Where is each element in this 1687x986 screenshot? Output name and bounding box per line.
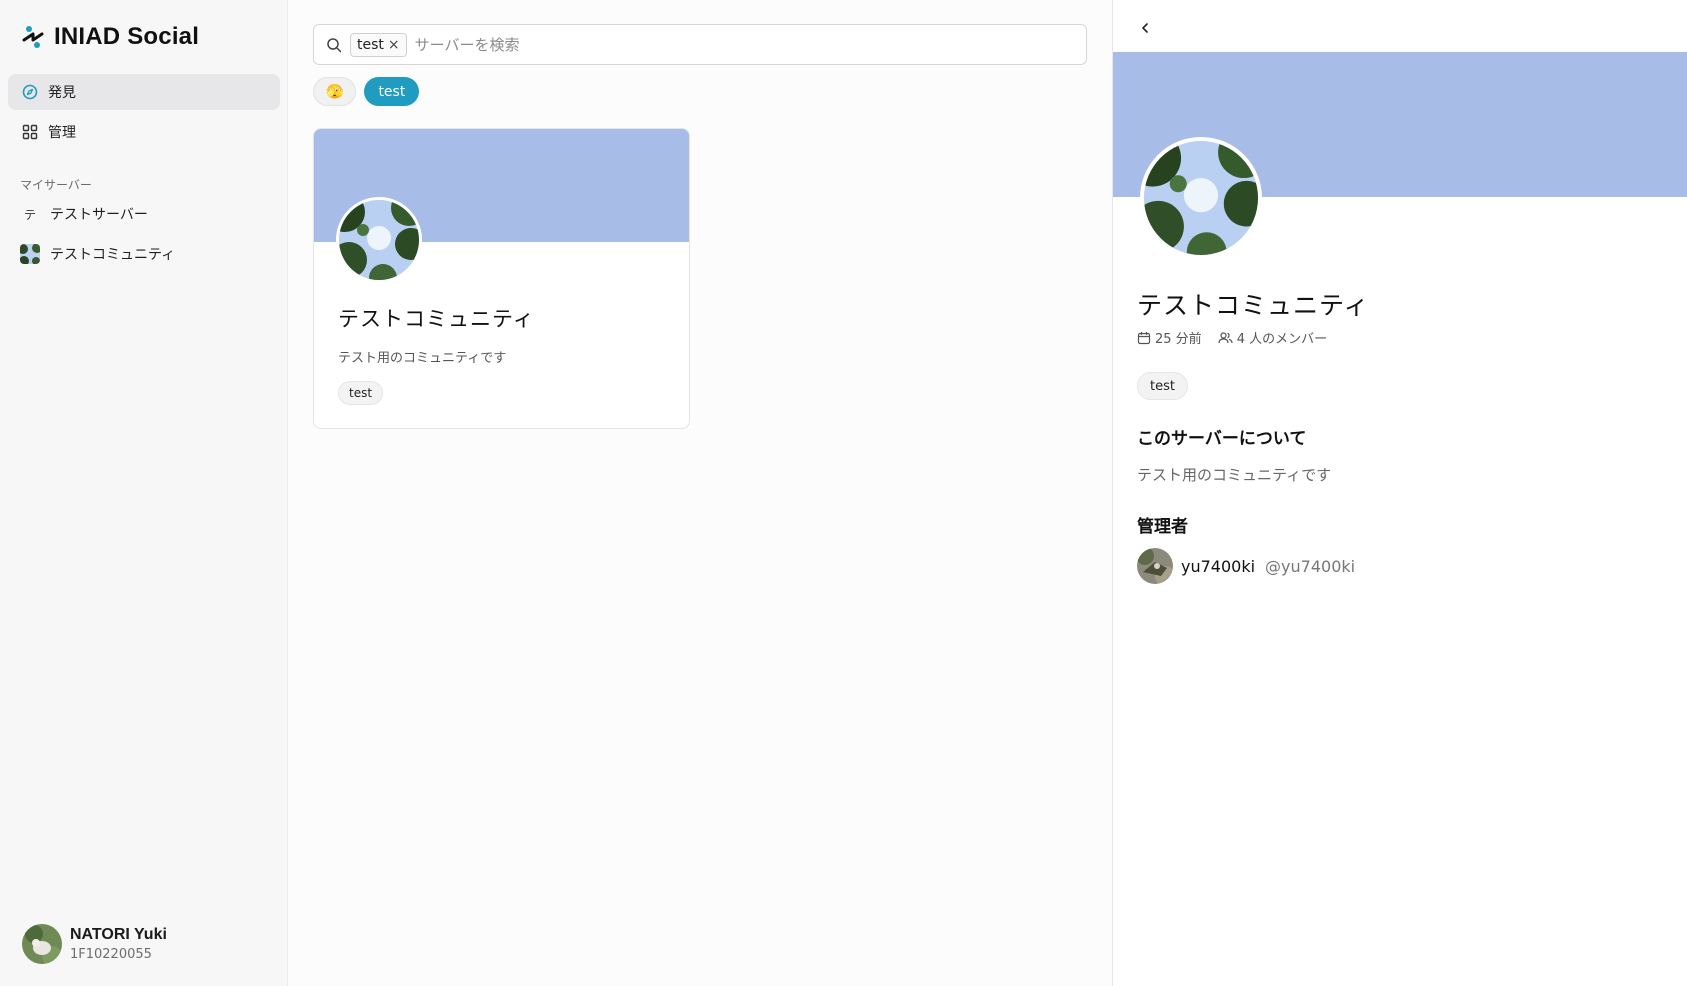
created-meta: 25 分前 xyxy=(1137,328,1202,347)
member-count: 4 人のメンバー xyxy=(1236,332,1328,347)
created-time: 25 分前 xyxy=(1155,332,1202,347)
compass-icon xyxy=(22,84,38,100)
brand[interactable]: INIAD Social xyxy=(20,22,199,52)
admin-user[interactable]: yu7400ki @yu7400ki xyxy=(1137,548,1355,584)
avatar xyxy=(22,924,62,964)
card-title: テストコミュニティ xyxy=(338,307,535,331)
detail-meta: 25 分前 4 人のメンバー xyxy=(1137,328,1327,347)
brand-name: INIAD Social xyxy=(54,23,200,50)
nav-item-discover[interactable]: 発見 xyxy=(8,74,280,110)
user-name: NATORI Yuki xyxy=(70,926,167,943)
nav-item-label: 発見 xyxy=(48,85,76,101)
current-user[interactable]: NATORI Yuki 1F10220055 xyxy=(22,924,167,964)
server-initial: テ xyxy=(23,207,36,222)
sidebar: INIAD Social 発見 管理 マイサーバー テ テストサーバー テストコ… xyxy=(0,0,288,986)
server-item-test-server[interactable]: テ テストサーバー xyxy=(8,197,280,231)
detail-title: テストコミュニティ xyxy=(1137,291,1370,320)
about-heading: このサーバーについて xyxy=(1137,429,1307,449)
detail-tag[interactable]: test xyxy=(1137,372,1188,400)
server-avatar xyxy=(336,197,422,283)
logo-icon xyxy=(22,26,44,48)
admin-handle: @yu7400ki xyxy=(1265,556,1356,576)
admin-name: yu7400ki xyxy=(1181,556,1256,576)
user-id: 1F10220055 xyxy=(70,947,152,962)
tag-filter-emoji[interactable]: 🫣 xyxy=(313,77,357,106)
card-tag[interactable]: test xyxy=(338,381,384,405)
tag-filter-test[interactable]: test xyxy=(364,77,420,106)
server-detail-panel: テストコミュニティ 25 分前 4 人のメンバー test このサーバーについて… xyxy=(1112,0,1687,986)
admin-heading: 管理者 xyxy=(1137,517,1188,537)
server-item-test-community[interactable]: テストコミュニティ xyxy=(8,237,280,271)
detail-server-avatar xyxy=(1140,137,1262,259)
search-icon xyxy=(327,37,342,52)
nav-item-manage[interactable]: 管理 xyxy=(8,114,280,150)
about-text: テスト用のコミュニティです xyxy=(1137,466,1332,484)
server-card[interactable]: テストコミュニティ テスト用のコミュニティです test xyxy=(313,128,690,429)
users-icon xyxy=(1218,331,1233,343)
calendar-icon xyxy=(1137,331,1151,344)
avatar xyxy=(1137,548,1173,584)
search-tag-chip-label: test xyxy=(357,36,384,53)
main-content: test × 🫣 test テストコミュニティ テスト用のコミュニティです te… xyxy=(289,0,1111,986)
search-tag-chip: test × xyxy=(350,32,407,57)
server-thumbnail xyxy=(20,244,40,264)
tag-filter-row: 🫣 test xyxy=(313,77,420,106)
search-bar[interactable]: test × xyxy=(313,24,1087,65)
close-icon[interactable]: × xyxy=(388,37,400,53)
server-item-label: テストサーバー xyxy=(50,207,148,223)
section-label-my-servers: マイサーバー xyxy=(20,178,92,192)
card-description: テスト用のコミュニティです xyxy=(338,351,507,366)
search-input[interactable] xyxy=(414,35,1086,54)
chevron-left-icon xyxy=(1142,23,1148,33)
members-meta: 4 人のメンバー xyxy=(1218,328,1327,347)
server-item-label: テストコミュニティ xyxy=(50,247,176,263)
nav-item-label: 管理 xyxy=(48,125,76,141)
grid-icon xyxy=(22,124,38,140)
back-button[interactable] xyxy=(1133,16,1157,40)
